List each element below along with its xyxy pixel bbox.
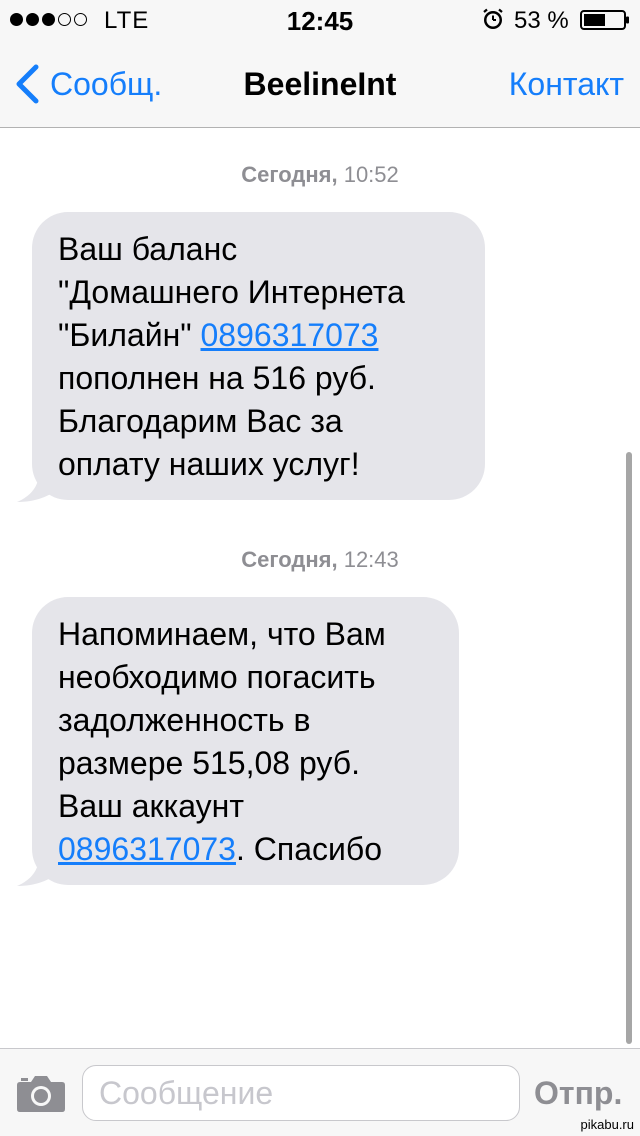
message-text: Напоминаем, что Вам необходимо погасить … [58,616,386,824]
scroll-indicator[interactable] [626,452,632,1044]
timestamp-time: 12:43 [343,547,399,572]
battery-icon [580,10,629,30]
account-number-link[interactable]: 0896317073 [58,831,236,867]
alarm-clock-icon [483,8,503,29]
timestamp-day: Сегодня, [241,547,338,572]
message-text: пополнен на 516 руб. Благодарим Вас за о… [58,360,376,482]
message-input[interactable] [82,1065,520,1121]
timestamp-time: 10:52 [343,162,399,187]
watermark: pikabu.ru [580,1117,634,1132]
incoming-message-bubble[interactable]: Напоминаем, что Вам необходимо погасить … [32,597,459,885]
message-input-bar: Отпр. [0,1048,640,1136]
camera-icon[interactable] [16,1073,66,1113]
message-text: . Спасибо [235,831,382,867]
account-number-link[interactable]: 0896317073 [201,317,379,353]
navigation-bar: Сообщ. BeelineInt Контакт [0,40,640,128]
message-timestamp: Сегодня, 12:43 [0,547,640,573]
send-button[interactable]: Отпр. [534,1075,622,1112]
contact-button[interactable]: Контакт [509,66,624,103]
timestamp-day: Сегодня, [241,162,338,187]
battery-percent: 53 % [514,7,569,34]
incoming-message-bubble[interactable]: Ваш баланс "Домашнего Интернета "Билайн"… [32,212,485,500]
message-timestamp: Сегодня, 10:52 [0,162,640,188]
status-bar: LTE 12:45 53 % [0,0,640,40]
messages-screen: LTE 12:45 53 % Сообщ. BeelineInt Контакт [0,0,640,1136]
